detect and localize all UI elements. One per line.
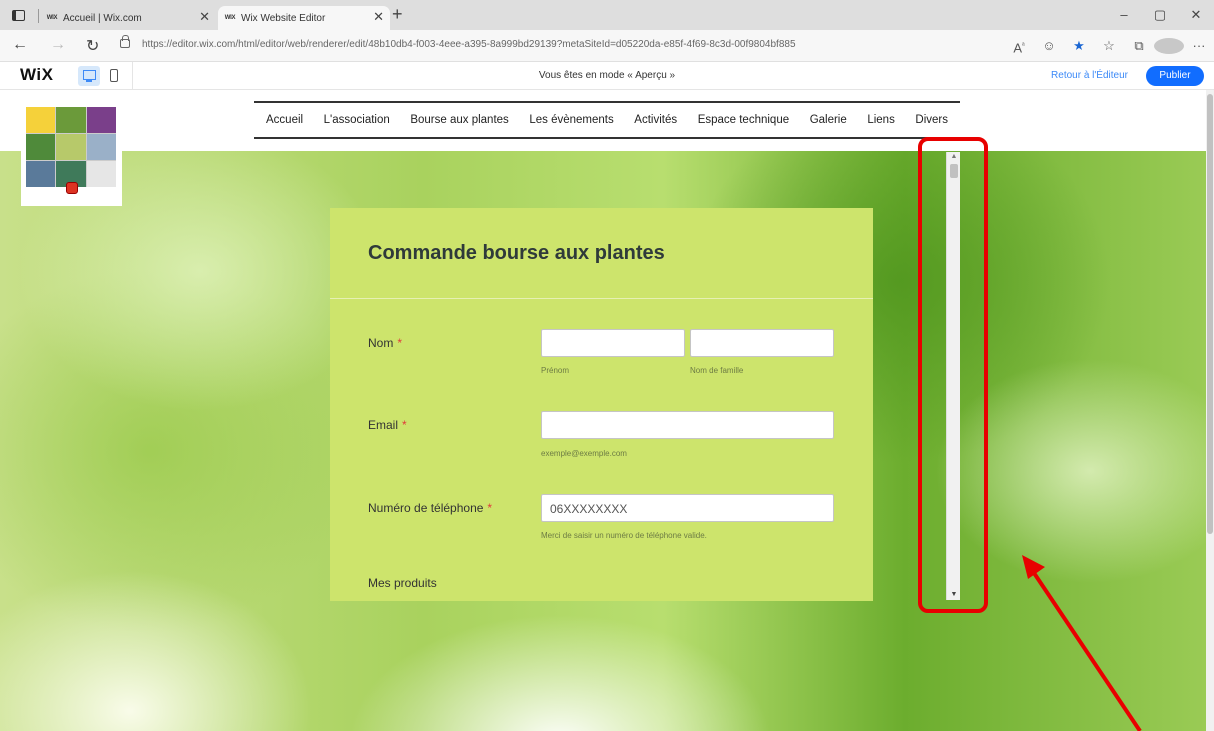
nav-item-evenements[interactable]: Les évènements — [529, 114, 613, 126]
email-field[interactable] — [541, 411, 834, 439]
nav-item-accueil[interactable]: Accueil — [266, 114, 303, 126]
back-arrow-icon[interactable]: ← — [12, 36, 28, 54]
site-navigation: Accueil L'association Bourse aux plantes… — [254, 101, 960, 139]
first-name-hint: Prénom — [541, 366, 570, 375]
browser-toolbar-icons: Aᵃ ☺ ★ ☆ ⧉ ··· — [1004, 35, 1214, 61]
nav-item-activites[interactable]: Activités — [634, 114, 677, 126]
restore-icon[interactable]: ▢ — [1142, 0, 1178, 30]
phone-label: Numéro de téléphone * — [368, 501, 493, 515]
nav-item-association[interactable]: L'association — [324, 114, 390, 126]
back-to-editor-link[interactable]: Retour à l'Éditeur — [1051, 70, 1128, 81]
email-hint: exemple@exemple.com — [541, 449, 627, 458]
wix-favicon-icon: WIX — [224, 15, 236, 21]
address-bar: ← → ↻ https://editor.wix.com/html/editor… — [0, 30, 1214, 62]
nav-item-divers[interactable]: Divers — [915, 114, 948, 126]
reload-icon[interactable]: ↻ — [86, 36, 99, 56]
phone-hint: Merci de saisir un numéro de téléphone v… — [541, 531, 707, 540]
profile-icon[interactable] — [1154, 35, 1184, 61]
logo-image — [26, 107, 116, 187]
browser-tab-accueil[interactable]: WIX Accueil | Wix.com ✕ — [44, 6, 216, 30]
url-field[interactable]: https://editor.wix.com/html/editor/web/r… — [142, 39, 796, 50]
annotation-highlight-box — [918, 137, 988, 613]
email-label: Email * — [368, 418, 407, 432]
preview-mode-text: Vous êtes en mode « Aperçu » — [538, 70, 676, 81]
nav-item-espace-technique[interactable]: Espace technique — [698, 114, 789, 126]
tab-actions-icon[interactable] — [12, 10, 25, 21]
close-tab-icon[interactable]: ✕ — [199, 9, 210, 25]
new-tab-icon[interactable]: + — [392, 4, 403, 25]
nav-item-galerie[interactable]: Galerie — [810, 114, 847, 126]
extensions-icon[interactable]: ☺ — [1034, 35, 1064, 61]
wix-favicon-icon: WIX — [46, 15, 58, 21]
site-logo[interactable] — [21, 102, 122, 206]
favorites-icon[interactable]: ☆ — [1094, 35, 1124, 61]
minimize-icon[interactable]: – — [1106, 0, 1142, 30]
site-preview: Accueil L'association Bourse aux plantes… — [0, 90, 1214, 731]
tab-title: Wix Website Editor — [241, 12, 326, 24]
name-label: Nom * — [368, 336, 403, 350]
last-name-field[interactable] — [690, 329, 834, 357]
order-form: Commande bourse aux plantes Nom * Prénom … — [330, 208, 873, 601]
window-controls: – ▢ ✕ — [1106, 0, 1214, 30]
browser-tab-strip: WIX Accueil | Wix.com ✕ WIX Wix Website … — [0, 0, 1214, 30]
products-label: Mes produits — [368, 576, 437, 590]
nav-item-bourse-aux-plantes[interactable]: Bourse aux plantes — [410, 114, 508, 126]
close-window-icon[interactable]: ✕ — [1178, 0, 1214, 30]
scrollbar-thumb[interactable] — [1207, 94, 1213, 534]
publish-button[interactable]: Publier — [1146, 66, 1204, 86]
lock-icon[interactable] — [120, 35, 130, 48]
more-icon[interactable]: ··· — [1184, 35, 1214, 61]
last-name-hint: Nom de famille — [690, 366, 744, 375]
forward-arrow-icon[interactable]: → — [50, 36, 66, 54]
wix-editor-bar: WiX Vous êtes en mode « Aperçu » Retour … — [0, 62, 1214, 90]
read-aloud-icon[interactable]: Aᵃ — [1004, 35, 1034, 61]
page-scrollbar[interactable] — [1206, 90, 1214, 731]
favorite-star-icon[interactable]: ★ — [1064, 35, 1094, 61]
divider — [330, 298, 873, 299]
edit-badge-icon — [66, 182, 78, 194]
form-title: Commande bourse aux plantes — [368, 242, 665, 264]
divider — [38, 9, 39, 23]
phone-field[interactable]: 06XXXXXXXX — [541, 494, 834, 522]
first-name-field[interactable] — [541, 329, 685, 357]
close-tab-icon[interactable]: ✕ — [373, 9, 384, 25]
collections-icon[interactable]: ⧉ — [1124, 35, 1154, 61]
browser-tab-editor[interactable]: WIX Wix Website Editor ✕ — [218, 6, 390, 30]
nav-item-liens[interactable]: Liens — [867, 114, 895, 126]
tab-title: Accueil | Wix.com — [63, 12, 142, 24]
